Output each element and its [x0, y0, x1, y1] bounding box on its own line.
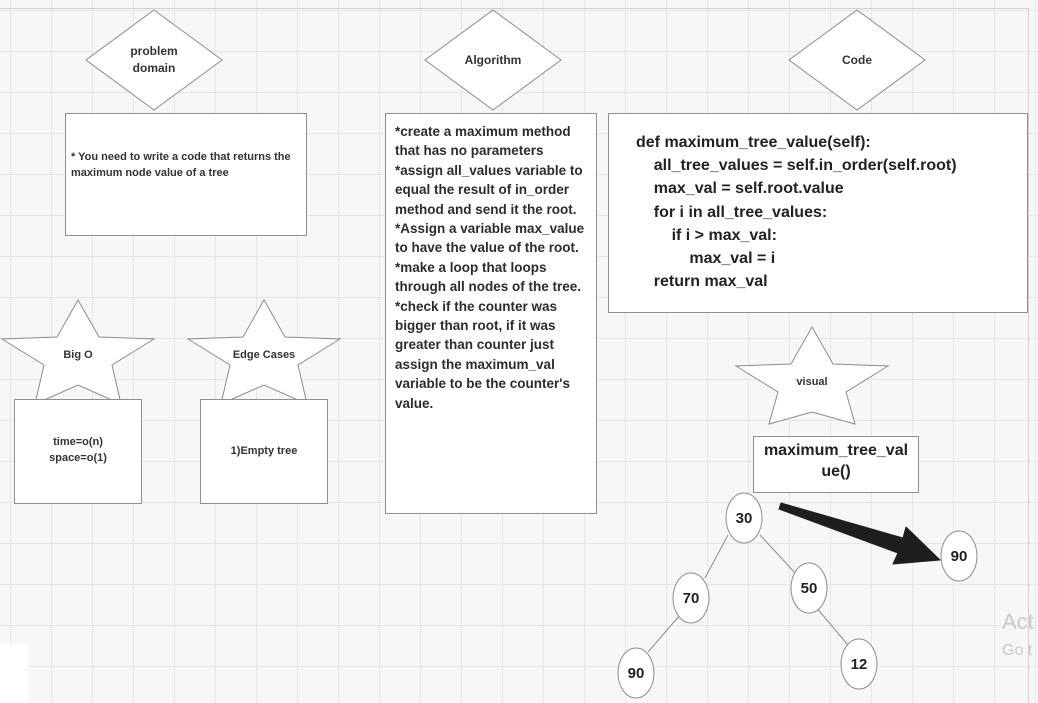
tree-node-left-left-label: 90 [627, 664, 645, 682]
corner-panel[interactable] [0, 644, 28, 703]
result-arrow[interactable] [778, 502, 941, 565]
visual-label: visual [796, 375, 828, 388]
edge-30-50 [759, 534, 798, 576]
big-o-label: Big O [63, 348, 93, 361]
algorithm-text: *create a maximum method that has no par… [395, 124, 585, 411]
edge-cases-text: 1)Empty tree [230, 444, 298, 457]
edge-50-12 [814, 605, 849, 646]
code-text: def maximum_tree_value(self): all_tree_v… [636, 134, 957, 291]
tree-node-root-label: 30 [735, 509, 753, 527]
edge-70-90 [647, 614, 681, 653]
code-label: Code [842, 52, 872, 67]
problem-domain-label: problem domain [130, 44, 178, 75]
activation-watermark-line2: Go t [1002, 642, 1033, 659]
tree-node-left-label: 70 [682, 589, 700, 607]
big-o-text: time=o(n) space=o(1) [49, 436, 107, 464]
result-node-label: 90 [950, 547, 968, 565]
visual-box-text: maximum_tree_val ue() [763, 442, 909, 480]
tree-node-right-label: 50 [800, 579, 818, 597]
activation-watermark-line1: Act [1002, 609, 1034, 634]
tree-node-right-right-label: 12 [850, 655, 868, 673]
edge-cases-label: Edge Cases [232, 348, 296, 361]
algorithm-label: Algorithm [464, 52, 522, 67]
problem-domain-text: * You need to write a code that returns … [71, 151, 291, 179]
edge-30-70 [704, 534, 729, 579]
